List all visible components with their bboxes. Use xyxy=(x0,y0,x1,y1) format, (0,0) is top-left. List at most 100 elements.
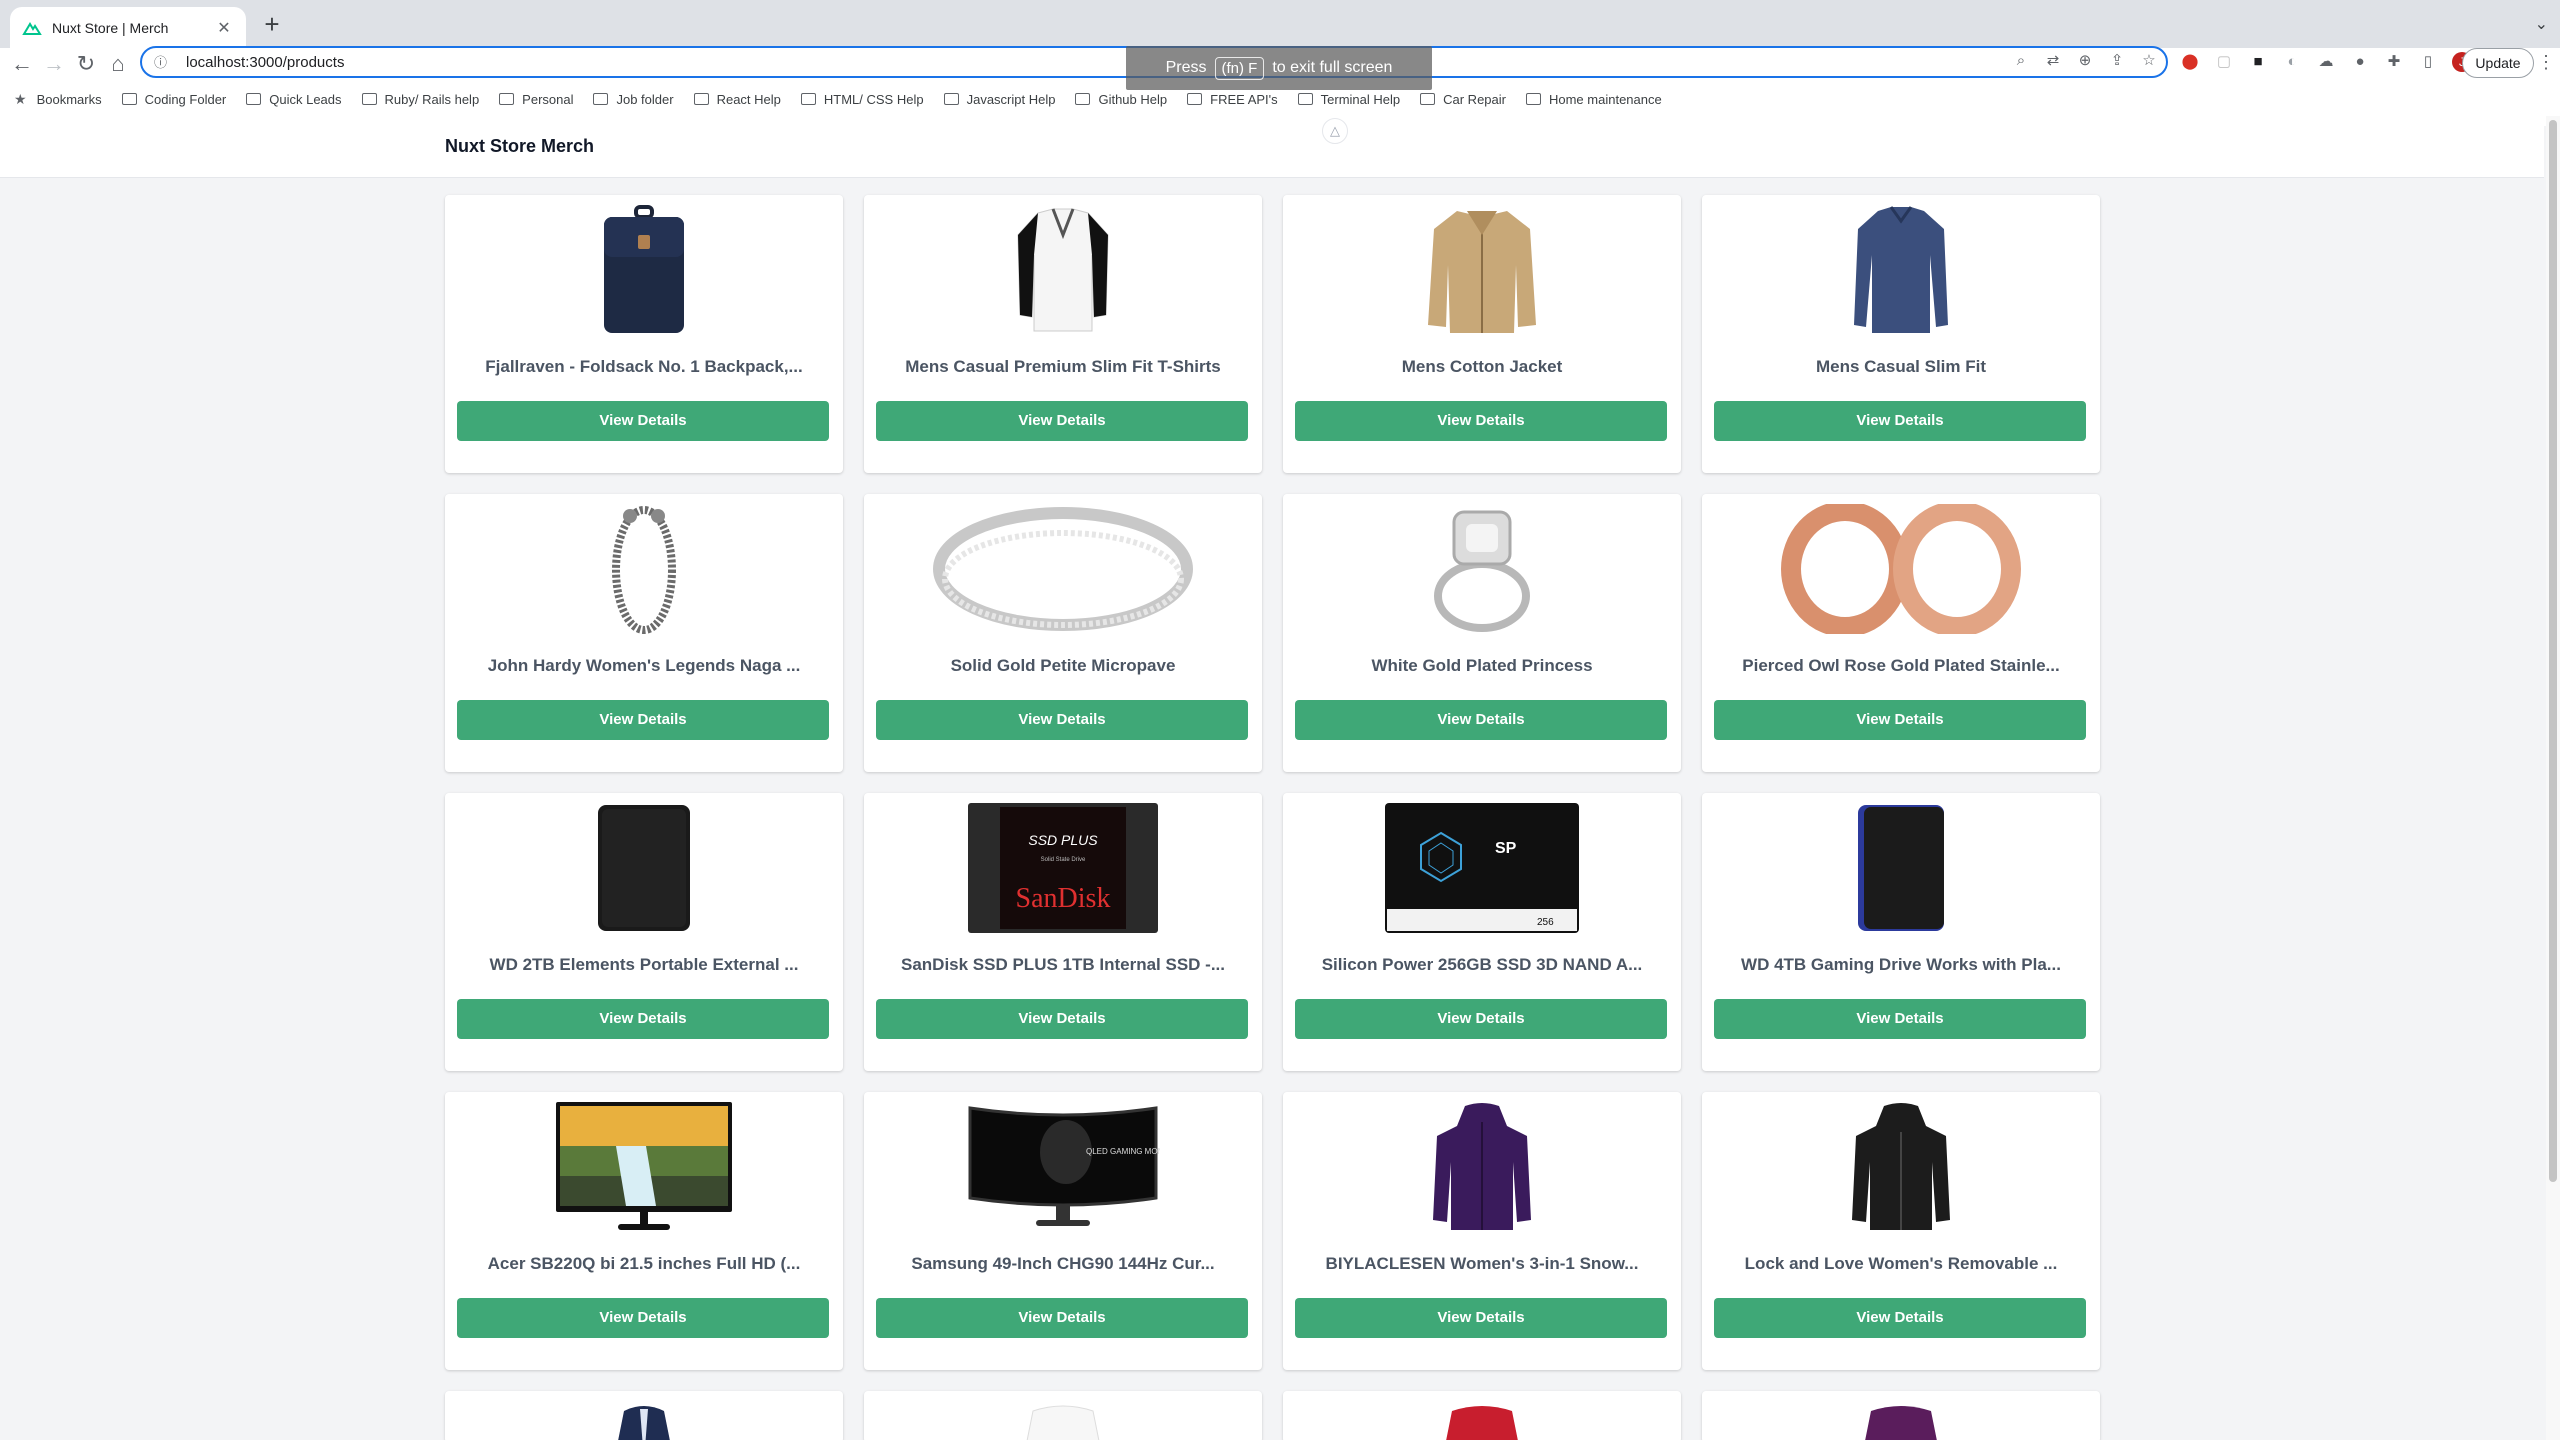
folder-icon xyxy=(1187,93,1203,105)
forward-icon[interactable]: → xyxy=(40,50,68,78)
view-details-button[interactable]: View Details xyxy=(1714,700,2086,740)
product-image: SSD PLUS Solid State Drive SanDisk xyxy=(864,803,1262,933)
product-card: Mens Casual Premium Slim Fit T-Shirts Vie… xyxy=(864,195,1262,473)
reload-icon[interactable]: ↻ xyxy=(72,50,100,78)
new-tab-icon[interactable]: + xyxy=(259,11,285,37)
product-card xyxy=(1283,1391,1681,1440)
product-title: White Gold Plated Princess xyxy=(1371,656,1593,675)
svg-text:SSD PLUS: SSD PLUS xyxy=(1028,832,1098,848)
view-details-button[interactable]: View Details xyxy=(1295,700,1667,740)
extension-square-icon[interactable]: ▢ xyxy=(2214,52,2234,72)
folder-icon xyxy=(1297,93,1313,105)
folder-icon xyxy=(1075,93,1091,105)
bookmark-item[interactable]: Ruby/ Rails help xyxy=(361,92,479,107)
bookmark-item[interactable]: Car Repair xyxy=(1420,92,1506,107)
site-brand[interactable]: Nuxt Store Merch xyxy=(445,136,594,157)
zoom-icon[interactable]: ⊕ xyxy=(2076,52,2094,70)
view-details-button[interactable]: View Details xyxy=(876,700,1248,740)
fullscreen-banner: Press (fn) F to exit full screen xyxy=(1126,46,1432,90)
view-details-button[interactable]: View Details xyxy=(876,401,1248,441)
view-details-button[interactable]: View Details xyxy=(457,1298,829,1338)
puzzle-icon[interactable]: ✚ xyxy=(2384,52,2404,72)
bookmark-star-icon[interactable]: ☆ xyxy=(2140,52,2158,70)
product-image xyxy=(445,1102,843,1232)
bookmark-item[interactable]: Job folder xyxy=(593,91,674,107)
product-image: QLED GAMING MONITOR xyxy=(864,1102,1262,1232)
view-details-button[interactable]: View Details xyxy=(1295,999,1667,1039)
product-image xyxy=(864,1401,1262,1440)
bookmark-label: Terminal Help xyxy=(1320,91,1401,107)
close-tab-icon[interactable]: ✕ xyxy=(214,18,234,38)
bookmarks-bar: ★ Bookmarks Coding Folder Quick Leads Ruby/ … xyxy=(0,88,2560,110)
nuxt-devtools-icon[interactable]: △ xyxy=(1322,118,1348,144)
scrollbar-thumb[interactable] xyxy=(2549,120,2557,1182)
product-image xyxy=(1283,1102,1681,1232)
bookmark-label: Bookmarks xyxy=(36,91,102,107)
bookmark-item[interactable]: Personal xyxy=(499,92,573,107)
product-title: Mens Casual Slim Fit xyxy=(1815,357,1987,376)
fullscreen-press: Press xyxy=(1165,59,1207,76)
view-details-button[interactable]: View Details xyxy=(1714,999,2086,1039)
product-image xyxy=(1702,803,2100,933)
view-details-button[interactable]: View Details xyxy=(1714,1298,2086,1338)
view-details-button[interactable]: View Details xyxy=(457,700,829,740)
product-card xyxy=(445,1391,843,1440)
product-image xyxy=(445,803,843,933)
tab-nuxt-store[interactable]: Nuxt Store | Merch ✕ xyxy=(10,7,246,48)
view-details-button[interactable]: View Details xyxy=(457,401,829,441)
view-details-button[interactable]: View Details xyxy=(876,999,1248,1039)
extension-red-icon[interactable]: ⬤ xyxy=(2180,52,2200,72)
product-title: Silicon Power 256GB SSD 3D NAND A... xyxy=(1321,955,1643,974)
product-card xyxy=(1702,1391,2100,1440)
folder-icon xyxy=(499,93,515,105)
extension-cloud-icon[interactable]: ☁ xyxy=(2316,52,2336,72)
view-details-button[interactable]: View Details xyxy=(876,1298,1248,1338)
info-icon[interactable]: ⓘ xyxy=(154,52,174,72)
home-icon[interactable]: ⌂ xyxy=(104,50,132,78)
product-image xyxy=(445,205,843,335)
product-image xyxy=(864,205,1262,335)
bookmark-item[interactable]: Terminal Help xyxy=(1297,91,1401,107)
translate-icon[interactable]: ⇄ xyxy=(2044,52,2062,70)
bookmark-item[interactable]: Quick Leads xyxy=(246,92,342,107)
back-icon[interactable]: ← xyxy=(8,50,36,78)
bookmark-item[interactable]: Javascript Help xyxy=(943,91,1056,107)
view-details-button[interactable]: View Details xyxy=(1295,401,1667,441)
folder-icon xyxy=(1525,93,1541,105)
product-title: BIYLACLESEN Women's 3-in-1 Snow... xyxy=(1325,1254,1639,1273)
nuxt-favicon-icon xyxy=(22,21,42,35)
view-details-button[interactable]: View Details xyxy=(457,999,829,1039)
bookmark-item[interactable]: HTML/ CSS Help xyxy=(800,92,924,107)
sidepanel-icon[interactable]: ▯ xyxy=(2418,52,2438,72)
bookmark-item[interactable]: React Help xyxy=(693,92,781,107)
product-title: Lock and Love Women's Removable ... xyxy=(1744,1254,2058,1273)
folder-icon xyxy=(593,93,609,105)
view-details-button[interactable]: View Details xyxy=(1714,401,2086,441)
bookmark-label: Job folder xyxy=(616,91,674,107)
microphone-icon[interactable]: ● xyxy=(2350,52,2370,72)
svg-text:256: 256 xyxy=(1537,917,1554,928)
update-button[interactable]: Update xyxy=(2462,48,2534,78)
chevron-down-icon[interactable]: ⌄ xyxy=(2535,14,2548,34)
share-icon[interactable]: ⇪ xyxy=(2108,52,2126,70)
more-menu-icon[interactable]: ⋮ xyxy=(2537,52,2555,73)
scrollbar[interactable] xyxy=(2546,116,2560,1440)
product-card: WD 2TB Elements Portable External ... Vie… xyxy=(445,793,843,1071)
svg-text:QLED GAMING MONITOR: QLED GAMING MONITOR xyxy=(1086,1147,1160,1156)
bookmark-label: Javascript Help xyxy=(966,91,1056,107)
product-title: SanDisk SSD PLUS 1TB Internal SSD -... xyxy=(900,955,1226,974)
extension-gray-icon[interactable]: ◐ xyxy=(2282,52,2302,72)
bookmark-item[interactable]: Github Help xyxy=(1075,92,1167,107)
omnibox-actions: ⌕ ⇄ ⊕ ⇪ ☆ xyxy=(2012,52,2158,70)
bookmark-item[interactable]: FREE API's xyxy=(1187,92,1278,107)
bookmark-item[interactable]: Home maintenance xyxy=(1525,92,1662,107)
bookmark-item[interactable]: Coding Folder xyxy=(121,92,226,107)
extensions-row: ⬤ ▢ ■ ◐ ☁ ● ✚ ▯ J xyxy=(2180,52,2472,72)
view-details-button[interactable]: View Details xyxy=(1295,1298,1667,1338)
bookmark-item[interactable]: ★ Bookmarks xyxy=(14,91,102,108)
extension-dark-icon[interactable]: ■ xyxy=(2248,52,2268,72)
product-title: John Hardy Women's Legends Naga ... xyxy=(487,656,801,675)
search-icon[interactable]: ⌕ xyxy=(2012,52,2030,70)
folder-icon xyxy=(361,93,377,105)
folder-icon xyxy=(800,93,816,105)
